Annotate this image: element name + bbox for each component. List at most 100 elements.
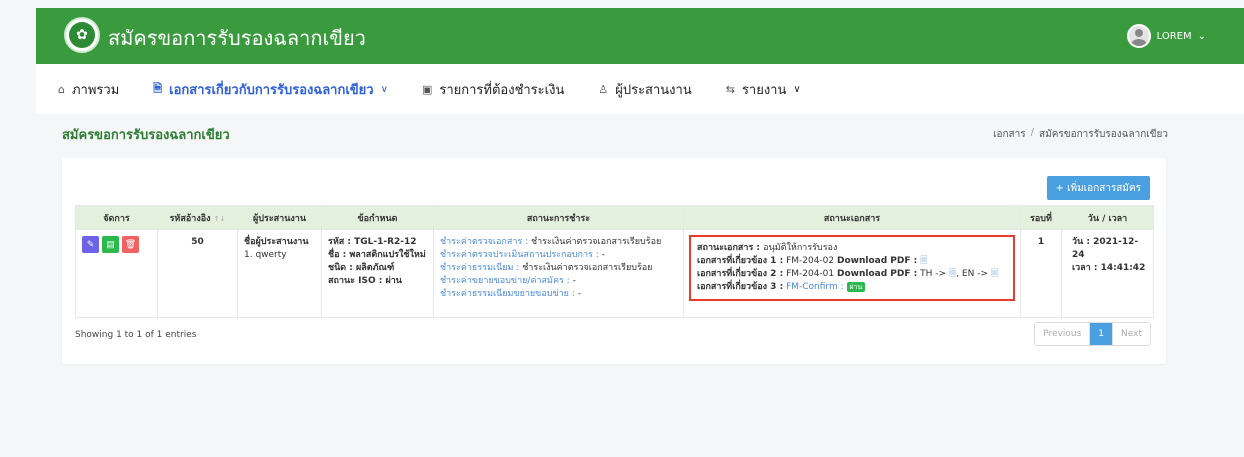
col-manage: จัดการ bbox=[75, 205, 158, 230]
edit-button[interactable]: ✎ bbox=[82, 236, 99, 253]
requirement-iso: สถานะ ISO : ผ่าน bbox=[328, 276, 402, 286]
payment-label[interactable]: ชำระค่าขยายขอบข่าย/ค่าสมัคร : bbox=[440, 276, 570, 286]
payment-value: - bbox=[572, 276, 576, 286]
col-document-status: สถานะเอกสาร bbox=[683, 205, 1021, 230]
nav-item-label: ภาพรวม bbox=[71, 82, 120, 98]
requirement-type: ชนิด : ผลิตภัณฑ์ bbox=[328, 263, 395, 273]
delete-button[interactable]: 🗑 bbox=[122, 236, 139, 253]
chevron-down-icon: ∨ bbox=[793, 83, 801, 95]
doc1-download-label: Download PDF : bbox=[837, 256, 918, 266]
payment-value: ชำระเงินค่าตรวจเอกสารเรียบร้อย bbox=[531, 237, 662, 247]
nav-item-label: เอกสารเกี่ยวกับการรับรองฉลากเขียว bbox=[169, 82, 374, 98]
doc2-th-label: TH -> bbox=[920, 269, 947, 279]
fm-confirm-link[interactable]: FM-Confirm : bbox=[786, 282, 844, 292]
coordinator-label: ชื่อผู้ประสานงาน bbox=[244, 237, 309, 247]
nav-item-label: รายการที่ต้องชำระเงิน bbox=[439, 82, 565, 98]
date-value: วัน : 2021-12-24 bbox=[1072, 237, 1139, 260]
breadcrumb: เอกสาร / สมัครขอการรับรองฉลากเขียว bbox=[993, 127, 1168, 142]
payment-label[interactable]: ชำระค่าตรวจประเมินสถานประกอบการ : bbox=[440, 250, 599, 260]
payment-value: ชำระเงินค่าตรวจเอกสารเรียบร้อย bbox=[522, 263, 653, 273]
cell-coordinator: ชื่อผู้ประสานงาน 1. qwerty bbox=[237, 229, 322, 318]
avatar bbox=[1126, 24, 1151, 48]
leaf-logo-icon: ✿ bbox=[69, 22, 95, 48]
cell-ref: 50 bbox=[157, 229, 238, 318]
coordinator-value: 1. qwerty bbox=[244, 250, 287, 260]
previous-page-button[interactable]: Previous bbox=[1035, 323, 1091, 345]
nav-item-label: ผู้ประสานงาน bbox=[615, 82, 692, 98]
breadcrumb-current: สมัครขอการรับรองฉลากเขียว bbox=[1039, 129, 1168, 140]
nav-item-1[interactable]: 🗎 เอกสารเกี่ยวกับการรับรองฉลากเขียว ∨ bbox=[153, 79, 388, 100]
payment-label[interactable]: ชำระค่าธรรมเนียม : bbox=[440, 263, 519, 273]
entries-info: Showing 1 to 1 of 1 entries bbox=[75, 330, 197, 340]
breadcrumb-separator: / bbox=[1030, 127, 1035, 138]
document-status-highlight: สถานะเอกสาร : อนุมัติให้การรับรอง เอกสาร… bbox=[689, 235, 1015, 301]
col-datetime: วัน / เวลา bbox=[1061, 205, 1154, 230]
payment-value: - bbox=[601, 250, 605, 260]
trash-icon: 🗑 bbox=[124, 239, 137, 249]
nav-item-label: รายงาน bbox=[741, 82, 787, 98]
user-name: LOREM bbox=[1156, 30, 1192, 42]
table-header-row: จัดการ รหัสอ้างอิง ↑↓ ผู้ประสานงาน ข้อกำ… bbox=[75, 205, 1154, 230]
col-ref-label: รหัสอ้างอิง bbox=[169, 213, 211, 224]
col-coordinator: ผู้ประสานงาน bbox=[237, 205, 322, 230]
add-application-button[interactable]: + เพิ่มเอกสารสมัคร bbox=[1046, 176, 1150, 200]
report-icon: ⇆ bbox=[725, 82, 735, 96]
pdf-icon[interactable]: 🗏 bbox=[920, 256, 927, 266]
col-requirement: ข้อกำหนด bbox=[321, 205, 434, 230]
cell-round: 1 bbox=[1020, 229, 1062, 318]
doc2-label: เอกสารที่เกี่ยวข้อง 2 : bbox=[697, 269, 784, 279]
status-value: อนุมัติให้การรับรอง bbox=[763, 243, 838, 253]
cell-datetime: วัน : 2021-12-24 เวลา : 14:41:42 bbox=[1061, 229, 1154, 318]
status-label: สถานะเอกสาร : bbox=[697, 243, 761, 253]
page-1-button[interactable]: 1 bbox=[1090, 323, 1114, 345]
documents-card: + เพิ่มเอกสารสมัคร จัดการ รหัสอ้างอิง ↑↓… bbox=[62, 158, 1166, 364]
chevron-down-icon: ⌄ bbox=[1197, 30, 1206, 42]
cell-document-status: สถานะเอกสาร : อนุมัติให้การรับรอง เอกสาร… bbox=[683, 229, 1021, 318]
payment-line: ชำระค่าธรรมเนียมขยายขอบข่าย : - bbox=[440, 288, 677, 301]
next-page-button[interactable]: Next bbox=[1113, 323, 1150, 345]
cell-payment-status: ชำระค่าตรวจเอกสาร : ชำระเงินค่าตรวจเอกสา… bbox=[433, 229, 684, 318]
doc1-label: เอกสารที่เกี่ยวข้อง 1 : bbox=[697, 256, 784, 266]
col-payment-status: สถานะการชำระ bbox=[433, 205, 684, 230]
home-icon: ⌂ bbox=[58, 82, 65, 96]
doc2-download-label: Download PDF : bbox=[837, 269, 918, 279]
chevron-down-icon: ∨ bbox=[380, 83, 388, 95]
logo: ✿ bbox=[64, 17, 100, 53]
sort-icon: ↑↓ bbox=[213, 214, 226, 223]
payment-label[interactable]: ชำระค่าธรรมเนียมขยายขอบข่าย : bbox=[440, 289, 575, 299]
applications-table: จัดการ รหัสอ้างอิง ↑↓ ผู้ประสานงาน ข้อกำ… bbox=[75, 205, 1154, 318]
col-round: รอบที่ bbox=[1020, 205, 1062, 230]
payment-line: ชำระค่าตรวจประเมินสถานประกอบการ : - bbox=[440, 249, 677, 262]
edit-icon: ✎ bbox=[86, 239, 95, 249]
requirement-code: รหัส : TGL-1-R2-12 bbox=[328, 237, 417, 247]
time-value: เวลา : 14:41:42 bbox=[1072, 263, 1146, 273]
document-icon: ▤ bbox=[106, 239, 115, 249]
pass-badge: ผ่าน bbox=[846, 282, 866, 292]
nav-item-4[interactable]: ⇆ รายงาน ∨ bbox=[726, 79, 801, 100]
cell-requirement: รหัส : TGL-1-R2-12 ชื่อ : พลาสติกแปรใช้ใ… bbox=[321, 229, 434, 318]
payment-line: ชำระค่าตรวจเอกสาร : ชำระเงินค่าตรวจเอกสา… bbox=[440, 236, 677, 249]
cell-actions: ✎ ▤ 🗑 bbox=[75, 229, 158, 318]
nav-item-2[interactable]: ▣ รายการที่ต้องชำระเงิน bbox=[422, 79, 564, 100]
payment-line: ชำระค่าธรรมเนียม : ชำระเงินค่าตรวจเอกสาร… bbox=[440, 262, 677, 275]
col-ref[interactable]: รหัสอ้างอิง ↑↓ bbox=[157, 205, 238, 230]
table-row: ✎ ▤ 🗑 50 ชื่อผู้ประสานงาน 1. qwerty รหัส… bbox=[75, 229, 1154, 318]
pagination: Previous 1 Next bbox=[1034, 322, 1151, 346]
person-icon: ♙ bbox=[598, 82, 609, 96]
top-bar: ✿ สมัครขอการรับรองฉลากเขียว LOREM ⌄ bbox=[36, 8, 1244, 64]
pdf-en-icon[interactable]: 🗏 bbox=[991, 269, 998, 279]
payment-label[interactable]: ชำระค่าตรวจเอกสาร : bbox=[440, 237, 528, 247]
view-document-button[interactable]: ▤ bbox=[102, 236, 119, 253]
page-title: สมัครขอการรับรองฉลากเขียว bbox=[62, 128, 230, 143]
payment-value: - bbox=[577, 289, 581, 299]
breadcrumb-documents[interactable]: เอกสาร bbox=[993, 127, 1026, 142]
payment-icon: ▣ bbox=[421, 82, 433, 96]
main-nav: ⌂ ภาพรวม 🗎 เอกสารเกี่ยวกับการรับรองฉลากเขีย… bbox=[36, 64, 1244, 114]
payment-line: ชำระค่าขยายขอบข่าย/ค่าสมัคร : - bbox=[440, 275, 677, 288]
nav-item-3[interactable]: ♙ ผู้ประสานงาน bbox=[598, 79, 691, 100]
doc2-en-label: , EN -> bbox=[956, 269, 988, 279]
document-icon: 🗎 bbox=[153, 81, 163, 95]
user-menu[interactable]: LOREM ⌄ bbox=[1126, 24, 1206, 48]
app-title: สมัครขอการรับรองฉลากเขียว bbox=[108, 26, 366, 50]
nav-item-0[interactable]: ⌂ ภาพรวม bbox=[58, 79, 119, 100]
